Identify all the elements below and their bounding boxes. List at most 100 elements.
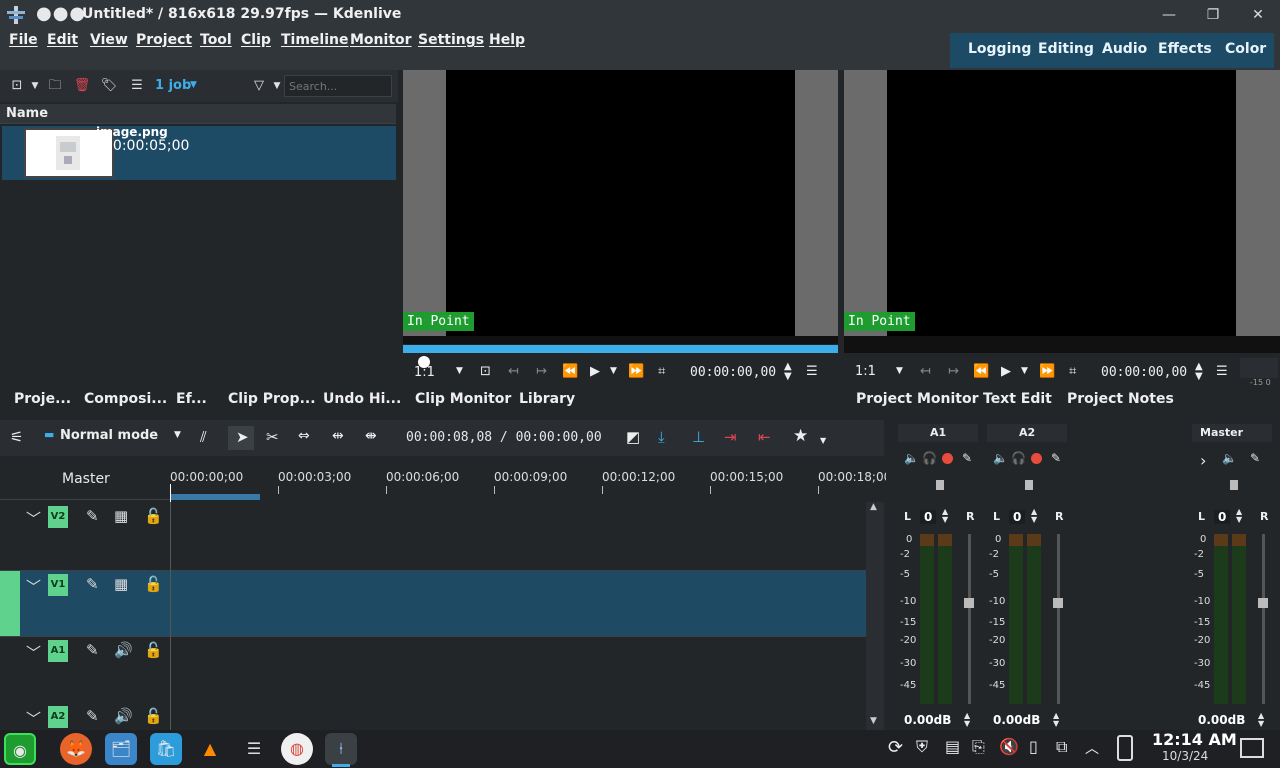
layout-editing[interactable]: Editing [1038, 41, 1094, 57]
clock-time[interactable]: 12:14 AM [1152, 730, 1237, 749]
lr-value[interactable]: 0 [1009, 510, 1026, 524]
balance-slider[interactable] [1025, 480, 1033, 490]
menu-timeline[interactable]: Timeline [281, 32, 349, 48]
clip-monitor-seekbar[interactable] [403, 345, 838, 353]
window-menu-dots[interactable]: ●●● [36, 3, 86, 24]
menu-edit[interactable]: Edit [47, 32, 78, 48]
project-monitor-seekbar[interactable] [844, 336, 1280, 353]
volume-fader-track[interactable] [968, 534, 971, 704]
lock-track-icon[interactable]: 🔓 [144, 641, 163, 659]
app-launcher-icon[interactable]: ◉ [4, 733, 36, 765]
clip-timecode-spinner-icon[interactable]: ▲ ▼ [784, 362, 792, 382]
lock-track-icon[interactable]: 🔓 [144, 507, 163, 525]
track-tag[interactable]: V2 [48, 506, 68, 528]
channel-effects-icon[interactable]: ✎ [962, 451, 972, 465]
kdenlive-app-icon[interactable] [6, 5, 26, 25]
clip-zoom-chevron-icon[interactable]: ▼ [456, 366, 463, 376]
roll-tool-icon[interactable]: ⇼ [365, 428, 377, 444]
forward-icon[interactable]: ⏩ [628, 364, 644, 379]
clip-monitor-screen[interactable] [446, 70, 795, 336]
layout-color[interactable]: Color [1225, 41, 1266, 57]
menu-monitor[interactable]: Monitor [350, 32, 412, 48]
channel-mute-icon[interactable]: 🔈 [904, 451, 919, 465]
channel-effects-icon[interactable]: ✎ [1051, 451, 1061, 465]
track-effects-icon[interactable]: ✎ [86, 575, 99, 593]
project-rewind-icon[interactable]: ⏪ [973, 364, 989, 379]
tab-project-notes[interactable]: Project Notes [1067, 391, 1174, 407]
channel-gain[interactable]: 0.00dB [1198, 713, 1245, 727]
minimize-button[interactable]: — [1158, 4, 1180, 26]
hide-video-icon[interactable]: ▦ [114, 575, 128, 593]
layout-audio[interactable]: Audio [1102, 41, 1147, 57]
menu-file[interactable]: File [9, 32, 38, 48]
lock-track-icon[interactable]: 🔓 [144, 707, 163, 725]
filter-icon[interactable]: ▽ [250, 77, 268, 95]
chevron-down-icon[interactable]: ▼ [26, 77, 44, 95]
maximize-button[interactable]: ❐ [1202, 4, 1224, 26]
tray-shield-icon[interactable]: ⛨ [916, 737, 928, 757]
tab-clip-properties[interactable]: Clip Prop... [228, 391, 316, 407]
clip-monitor-menu-icon[interactable]: ☰ [806, 364, 818, 379]
lr-value[interactable]: 0 [1214, 510, 1231, 524]
razor-tool-icon[interactable]: ✂ [266, 428, 279, 446]
show-desktop-icon[interactable] [1240, 738, 1264, 758]
track-tag[interactable]: V1 [48, 574, 68, 596]
channel-effects-icon[interactable]: ✎ [1250, 451, 1260, 465]
hide-video-icon[interactable]: ▦ [114, 507, 128, 525]
menu-project[interactable]: Project [136, 32, 192, 48]
project-forward-icon[interactable]: ⏩ [1039, 364, 1055, 379]
channel-record-icon[interactable] [942, 453, 953, 464]
vlc-icon[interactable]: ▲ [194, 733, 226, 765]
clip-zoom-value[interactable]: 1:1 [414, 365, 435, 380]
timeline-scrollbar[interactable]: ▲ ▼ [866, 502, 884, 730]
bin-column-header[interactable]: Name [0, 104, 396, 124]
channel-mute-icon[interactable]: 🔈 [993, 451, 1008, 465]
tray-battery-icon[interactable]: ▯ [1029, 737, 1038, 756]
lr-spinner-icon[interactable]: ▲ ▼ [942, 508, 948, 524]
edit-mode-select[interactable]: ▬ Normal mode ▼ [40, 426, 190, 448]
lr-value[interactable]: 0 [920, 510, 937, 524]
add-clip-icon[interactable]: ⊡ [8, 77, 26, 95]
tray-clipboard-icon[interactable]: ▤ [945, 737, 960, 756]
balance-slider[interactable] [936, 480, 944, 490]
gain-spinner-icon[interactable]: ▲ ▼ [1053, 712, 1059, 728]
file-manager-icon[interactable]: 🗂 [105, 733, 137, 765]
track-effects-icon[interactable]: ✎ [86, 641, 99, 659]
timeline-settings-icon[interactable]: ⚟ [10, 428, 23, 446]
tab-text-edit[interactable]: Text Edit [983, 391, 1052, 407]
volume-fader-track[interactable] [1057, 534, 1060, 704]
delete-icon[interactable]: 🗑 [73, 77, 91, 95]
fit-zoom-icon[interactable]: ⊡ [480, 364, 491, 379]
project-monitor-menu-icon[interactable]: ☰ [1216, 364, 1228, 379]
gain-spinner-icon[interactable]: ▲ ▼ [964, 712, 970, 728]
volume-fader-handle[interactable] [964, 598, 974, 608]
channel-gain[interactable]: 0.00dB [993, 713, 1040, 727]
settings-icon[interactable]: ☰ [238, 733, 270, 765]
rewind-icon[interactable]: ⏪ [562, 364, 578, 379]
lr-spinner-icon[interactable]: ▲ ▼ [1236, 508, 1242, 524]
tab-library[interactable]: Library [519, 391, 575, 407]
project-timecode[interactable]: 00:00:00,00 [1101, 365, 1187, 380]
track-effects-icon[interactable]: ✎ [86, 507, 99, 525]
slip-tool-icon[interactable]: ⇔ [298, 428, 310, 444]
project-play-options-chevron-icon[interactable]: ▼ [1021, 366, 1028, 376]
volume-fader-track[interactable] [1262, 534, 1265, 704]
channel-mute-icon[interactable]: 🔈 [1222, 451, 1237, 465]
clip-timecode[interactable]: 00:00:00,00 [690, 365, 776, 380]
mute-audio-icon[interactable]: 🔊 [114, 641, 133, 659]
channel-expand-icon[interactable]: › [1200, 451, 1206, 470]
tray-copy-icon[interactable]: ⎘ [972, 737, 985, 757]
project-crop-icon[interactable]: ⌗ [1069, 364, 1076, 379]
new-folder-icon[interactable]: 🗀 [46, 77, 64, 95]
menu-view[interactable]: View [90, 32, 128, 48]
insert-icon[interactable]: ⤓ [658, 428, 665, 446]
tray-expand-icon[interactable]: ︿ [1085, 738, 1099, 758]
collapse-track-icon[interactable]: ﹀ [26, 576, 41, 597]
kdenlive-task-icon[interactable]: ⍿ [325, 733, 357, 765]
lr-spinner-icon[interactable]: ▲ ▼ [1031, 508, 1037, 524]
tab-clip-monitor[interactable]: Clip Monitor [415, 391, 511, 407]
collapse-track-icon[interactable]: ﹀ [26, 508, 41, 529]
set-in-icon[interactable]: ↤ [508, 364, 519, 379]
menu-settings[interactable]: Settings [418, 32, 484, 48]
collapse-track-icon[interactable]: ﹀ [26, 642, 41, 663]
